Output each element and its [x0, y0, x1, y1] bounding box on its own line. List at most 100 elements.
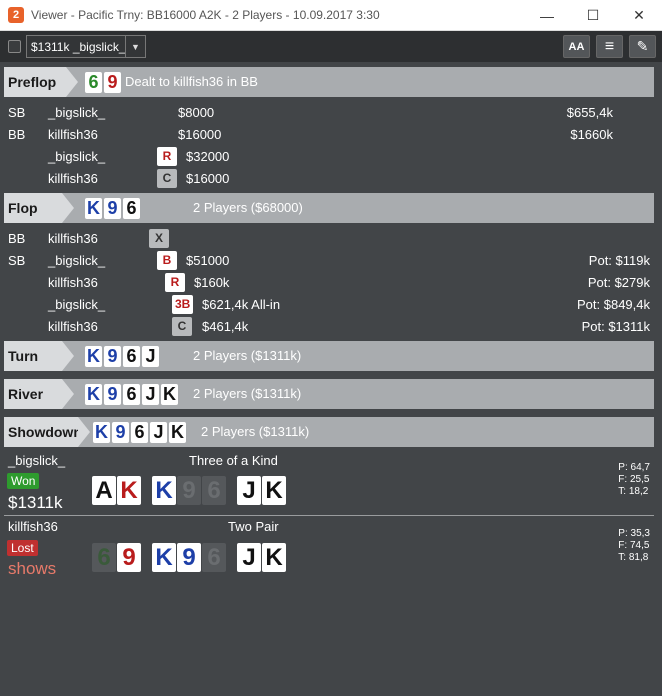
action-row: killfish36 C $461,4k Pot: $1311k: [0, 316, 662, 338]
player-name: killfish36: [48, 127, 98, 142]
bet-amount: $51000: [186, 253, 230, 268]
bet-amount: $32000: [186, 149, 230, 164]
playing-card: K: [85, 346, 102, 367]
action-row: _bigslick_ 3B $621,4k All-in Pot: $849,4k: [0, 294, 662, 316]
won-amount: $1311k: [8, 493, 63, 512]
action-badge: B: [157, 251, 177, 270]
font-size-button[interactable]: AA: [563, 35, 590, 58]
action-row: BB killfish36 X: [0, 228, 662, 250]
bet-amount: $16000: [178, 127, 222, 142]
seat-position: BB: [8, 127, 26, 142]
street-info: 2 Players ($1311k): [193, 386, 302, 401]
playing-card: 6: [123, 384, 140, 405]
result-badge: Lost: [7, 540, 38, 556]
street-info: 2 Players ($1311k): [193, 348, 302, 363]
action-row: SB _bigslick_ $8000 $655,4k: [0, 102, 662, 124]
bet-amount: $8000: [178, 105, 215, 120]
street-label: River: [4, 379, 74, 409]
list-view-button[interactable]: ≡: [596, 35, 623, 58]
playing-card: 9: [104, 346, 121, 367]
pot-amount: Pot: $119k: [588, 253, 650, 268]
action-badge: 3B: [172, 295, 194, 314]
action-row: killfish36 R $160k Pot: $279k: [0, 272, 662, 294]
bet-amount: $461,4k: [202, 319, 249, 334]
seat-position: BB: [8, 231, 26, 246]
player-stats: P: 35,3 F: 74,5 T: 81,8: [618, 528, 650, 564]
playing-card: J: [142, 384, 159, 405]
board-cards: K96J: [85, 346, 159, 367]
street-label: Preflop: [4, 67, 78, 97]
playing-card: K: [262, 543, 286, 572]
toolbar: $1311k _bigslick_ ▼ AA ≡ ✎: [0, 31, 662, 62]
player-name: _bigslick_: [8, 453, 66, 468]
playing-card: J: [142, 346, 159, 367]
playing-card: K: [152, 543, 176, 572]
maximize-button[interactable]: ☐: [570, 0, 616, 31]
chevron-down-icon[interactable]: ▼: [125, 36, 145, 57]
player-name: killfish36: [48, 171, 98, 186]
playing-card: 6: [202, 476, 226, 505]
bet-amount: $621,4k All-in: [202, 297, 281, 312]
playing-card: K: [85, 198, 102, 219]
pot-amount: Pot: $1311k: [581, 319, 650, 334]
hand-name: Two Pair: [228, 519, 279, 534]
playing-card: 6: [92, 543, 116, 572]
playing-card: 6: [123, 346, 140, 367]
window-title: Viewer - Pacific Trny: BB16000 A2K - 2 P…: [31, 8, 380, 22]
playing-card: 6: [131, 422, 148, 443]
player-name: _bigslick_: [48, 297, 106, 312]
playing-card: 9: [104, 198, 121, 219]
edit-button[interactable]: ✎: [629, 35, 656, 58]
action-row: BB killfish36 $16000 $1660k: [0, 124, 662, 146]
player-select-value: $1311k _bigslick_: [31, 39, 125, 54]
seat-position: SB: [8, 253, 26, 268]
pot-amount: $1660k: [570, 127, 613, 142]
board-cards: K96JK: [85, 384, 178, 405]
street-label: Showdown: [4, 417, 90, 447]
action-row: killfish36 C $16000: [0, 168, 662, 190]
result-badge: Won: [7, 473, 40, 489]
hole-cards: 69: [85, 72, 121, 93]
playing-card: 9: [177, 543, 201, 572]
player-name: _bigslick_: [48, 149, 106, 164]
player-cards: 69K96JK: [92, 543, 287, 572]
stat-f: F: 74,5: [618, 540, 650, 551]
street-info: Dealt to killfish36 in BB: [125, 74, 258, 89]
minimize-button[interactable]: —: [524, 0, 570, 31]
stat-f: F: 25,5: [618, 474, 650, 485]
playing-card: K: [85, 384, 102, 405]
divider: [4, 515, 654, 516]
player-select[interactable]: $1311k _bigslick_ ▼: [26, 35, 146, 58]
stat-p: P: 64,7: [618, 462, 650, 473]
board-cards: K96JK: [93, 422, 186, 443]
player-cards: AKK96JK: [92, 476, 287, 505]
playing-card: 9: [112, 422, 129, 443]
player-name: _bigslick_: [48, 253, 106, 268]
select-checkbox[interactable]: [8, 40, 21, 53]
playing-card: J: [237, 476, 261, 505]
bet-amount: $16000: [186, 171, 230, 186]
pot-amount: $655,4k: [566, 105, 613, 120]
street-preflop: Preflop 69 Dealt to killfish36 in BB: [4, 67, 654, 97]
street-showdown: Showdown K96JK 2 Players ($1311k): [4, 417, 654, 447]
player-name: killfish36: [48, 319, 98, 334]
player-stats: P: 64,7 F: 25,5 T: 18,2: [618, 462, 650, 498]
street-flop: Flop K96 2 Players ($68000): [4, 193, 654, 223]
playing-card: 6: [123, 198, 140, 219]
playing-card: K: [93, 422, 110, 443]
player-name: _bigslick_: [48, 105, 106, 120]
action-badge: R: [157, 147, 177, 166]
stat-p: P: 35,3: [618, 528, 650, 539]
playing-card: K: [169, 422, 186, 443]
stat-t: T: 81,8: [618, 552, 649, 563]
playing-card: K: [117, 476, 141, 505]
street-info: 2 Players ($1311k): [201, 424, 310, 439]
street-turn: Turn K96J 2 Players ($1311k): [4, 341, 654, 371]
board-cards: K96: [85, 198, 140, 219]
playing-card: 9: [117, 543, 141, 572]
close-button[interactable]: ✕: [616, 0, 662, 31]
player-name: killfish36: [48, 231, 98, 246]
playing-card: 9: [104, 72, 121, 93]
pot-amount: Pot: $279k: [587, 275, 650, 290]
playing-card: K: [152, 476, 176, 505]
